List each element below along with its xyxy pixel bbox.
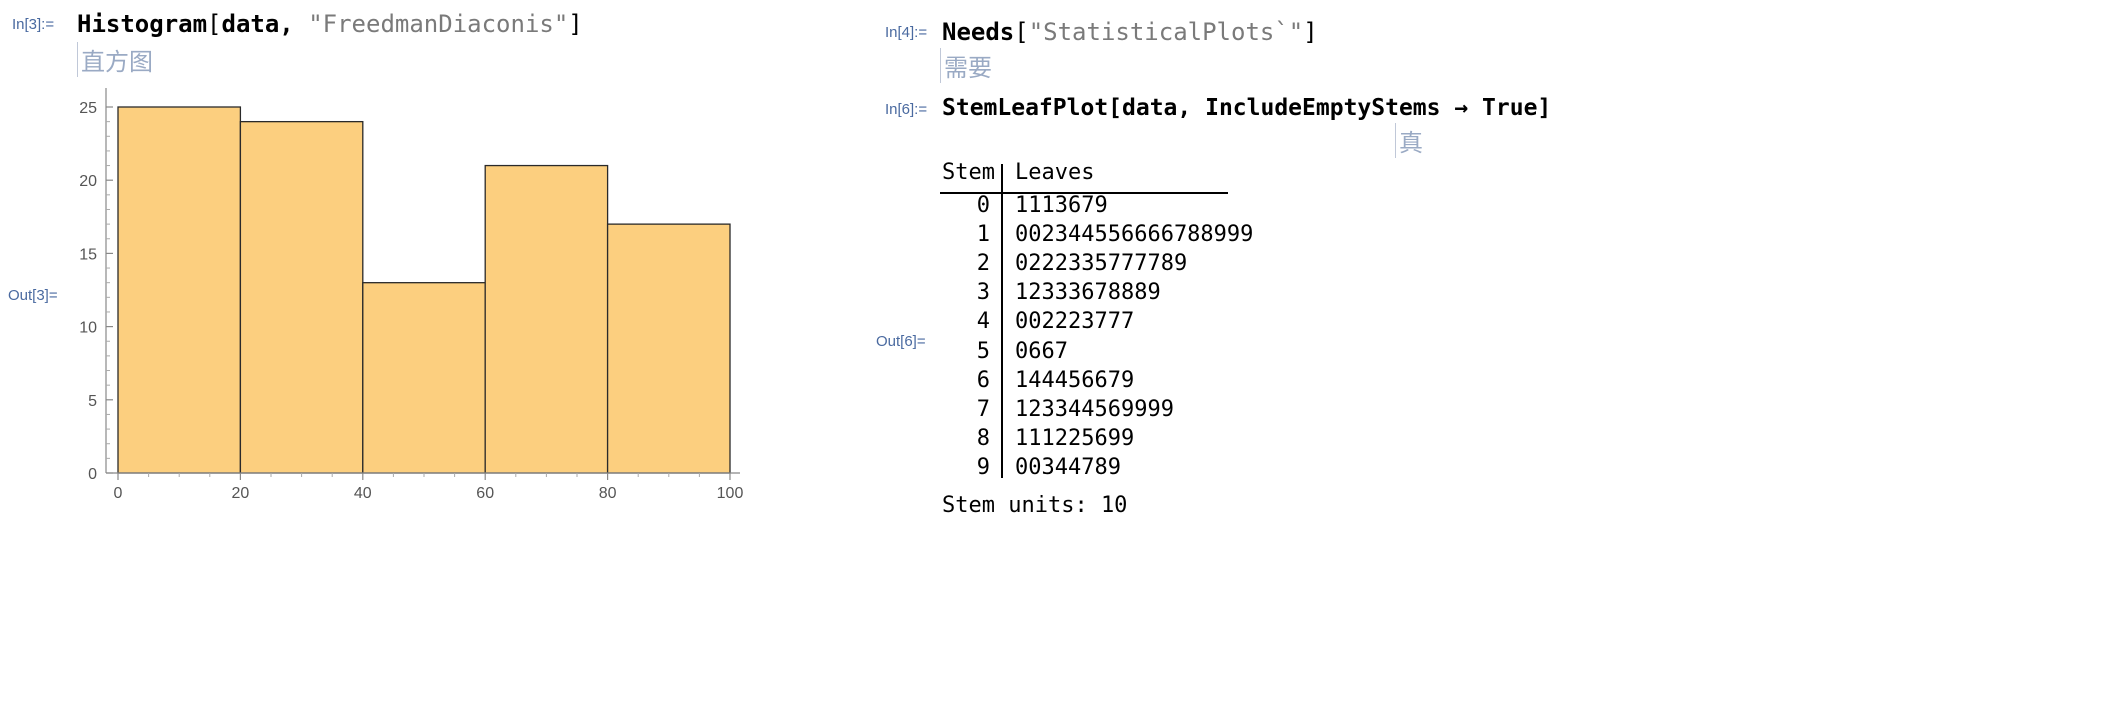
leaves-value: 144456679 [1015,367,1135,393]
stem-units: Stem units: 10 [942,493,1128,518]
stem-value: 9 [976,454,990,480]
x-tick-label: 0 [114,485,123,502]
in6-hint: 真 [1395,123,1423,158]
histogram-bar [362,282,486,474]
leaves-value: 123344569999 [1015,396,1174,422]
leaves-value: 111225699 [1015,425,1135,451]
in4-string: "StatisticalPlots`" [1028,18,1304,46]
x-tick-label: 20 [232,485,250,502]
histogram-bar [484,164,609,474]
leaves-value: 002344556666788999 [1015,222,1254,248]
x-tick-label: 80 [599,485,617,502]
column-divider [1001,164,1003,478]
leaves-value: 0667 [1015,338,1068,364]
needs-func: Needs [942,18,1015,46]
leaves-value: 002223777 [1015,309,1135,335]
x-tick-label: 60 [476,485,494,502]
histogram-chart: 0 5 10 15 20 25 0 20 40 60 80 100 [79,88,744,502]
leaves-value: 00344789 [1015,454,1121,480]
stem-header: Stem [942,160,995,185]
histogram-bar [606,223,731,474]
histogram-bar [117,106,242,474]
stem-value: 1 [976,222,990,248]
histogram-bar [239,120,364,474]
stem-value: 4 [976,309,990,335]
stem-value: 8 [976,425,990,451]
in4-open: [ [1014,18,1029,46]
in4-input[interactable]: Needs["StatisticalPlots`"] [942,18,1318,46]
stem-value: 2 [976,251,990,277]
y-tick-label: 10 [79,320,97,337]
x-tick-label: 100 [717,485,744,502]
y-tick-label: 5 [88,393,97,410]
out6-label: Out[6]= [876,333,926,350]
leaves-value: 1113679 [1015,193,1108,218]
in6-input[interactable]: StemLeafPlot[data, IncludeEmptyStems → T… [942,95,1551,121]
stem-value: 7 [976,396,990,422]
y-tick-label: 0 [88,466,97,483]
leaves-value: 12333678889 [1015,280,1161,306]
stem-value: 5 [976,338,990,364]
x-tick-label: 40 [354,485,372,502]
in6-label: In[6]:= [885,101,928,118]
in4-hint: 需要 [940,48,992,83]
leaves-header: Leaves [1015,160,1095,185]
y-tick-label: 25 [79,100,97,117]
in4-label: In[4]:= [885,24,928,41]
y-tick-label: 15 [79,246,97,263]
stem-value: 3 [976,280,990,306]
stem-value: 6 [976,367,990,393]
y-tick-label: 20 [79,173,97,190]
in4-close: ] [1303,18,1318,46]
stem-value: 0 [976,193,990,218]
leaves-value: 0222335777789 [1015,251,1188,277]
